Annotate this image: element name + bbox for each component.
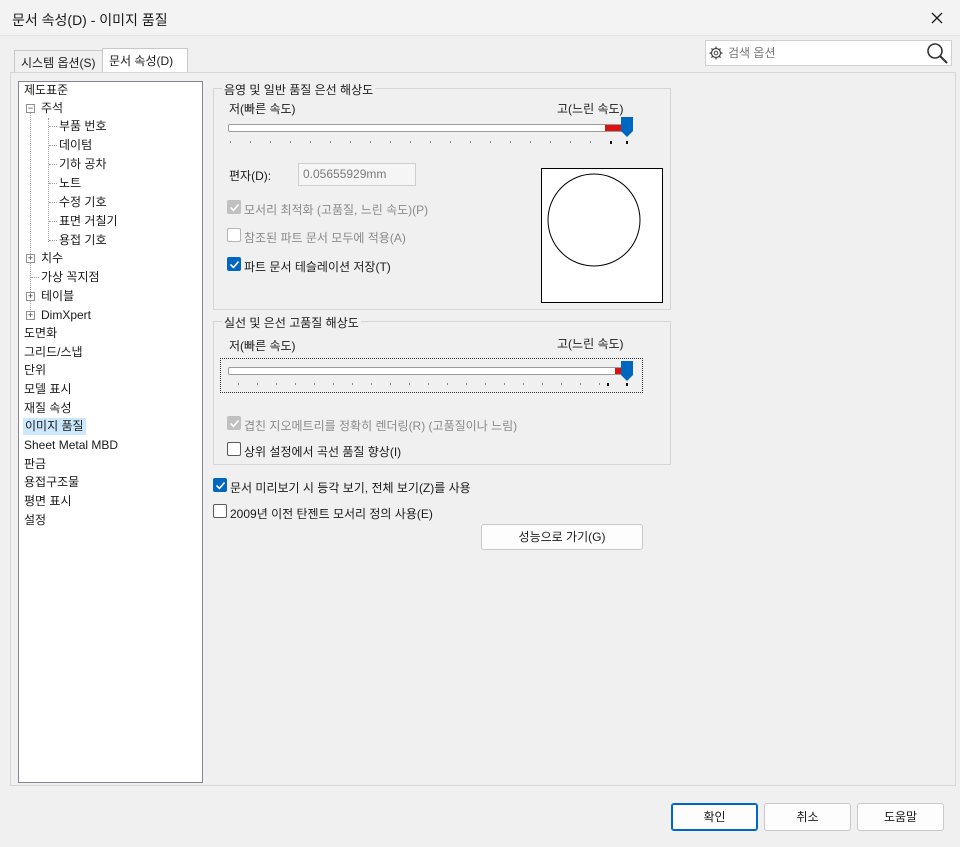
- tree-item-weld-symbols[interactable]: 용접 기호: [59, 232, 107, 249]
- optimize-edge-checkbox[interactable]: [227, 200, 241, 214]
- slider-ticks: [230, 141, 628, 144]
- options-tree[interactable]: 제도표준 − 주석 부품 번호 데이텀 기하 공차 노트 수정 기호 표면 거칠…: [18, 81, 203, 783]
- ok-button[interactable]: 확인: [671, 803, 758, 831]
- tab-system-options[interactable]: 시스템 옵션(S): [14, 50, 104, 72]
- slider-focus-rect: [220, 358, 643, 393]
- check-icon: [229, 203, 240, 212]
- tree-item-detailing[interactable]: 도면화: [24, 325, 57, 342]
- precise-render-checkbox[interactable]: [227, 416, 241, 430]
- check-icon: [215, 481, 226, 490]
- low-speed-label: 저(빠른 속도): [229, 339, 296, 353]
- search-icon[interactable]: [925, 42, 949, 64]
- improve-curve-checkbox[interactable]: [227, 442, 241, 456]
- group-title: 음영 및 일반 품질 은선 해상도: [222, 81, 376, 98]
- slider-thumb-icon[interactable]: [621, 117, 633, 137]
- high-speed-label: 고(느린 속도): [557, 337, 624, 351]
- tree-item-tables[interactable]: 테이블: [41, 288, 74, 305]
- close-icon: [931, 12, 943, 24]
- tab-label: 문서 속성(D): [109, 54, 174, 68]
- pre2009-tangent-checkbox[interactable]: [213, 504, 227, 518]
- tree-connector: [30, 109, 31, 316]
- check-icon: [229, 419, 240, 428]
- tree-item-model-display[interactable]: 모델 표시: [24, 381, 72, 398]
- slider-thumb-icon[interactable]: [621, 361, 633, 381]
- help-button[interactable]: 도움말: [857, 803, 944, 831]
- tree-item-surface-finish[interactable]: 표면 거칠기: [59, 213, 118, 230]
- apply-referenced-checkbox[interactable]: [227, 228, 241, 242]
- group-title: 실선 및 은선 고품질 해상도: [222, 314, 361, 331]
- tree-connector: [49, 164, 57, 165]
- close-button[interactable]: [914, 0, 960, 36]
- circle-preview-icon: [547, 173, 641, 267]
- tree-item-annotations[interactable]: 주석: [41, 100, 63, 117]
- window-title: 문서 속성(D) - 이미지 품질: [12, 12, 168, 28]
- go-to-performance-button[interactable]: 성능으로 가기(G): [481, 524, 643, 550]
- tree-item-image-quality[interactable]: 이미지 품질: [23, 418, 86, 435]
- tree-connector: [49, 202, 57, 203]
- apply-referenced-label: 참조된 파트 문서 모두에 적용(A): [244, 231, 406, 245]
- save-tessellation-label: 파트 문서 테슬레이션 저장(T): [244, 260, 391, 274]
- optimize-edge-label: 모서리 최적화 (고품질, 느린 속도)(P): [244, 203, 429, 217]
- tab-document-properties[interactable]: 문서 속성(D): [102, 48, 188, 72]
- tree-item-dimxpert[interactable]: DimXpert: [41, 307, 91, 324]
- tree-item-gtol[interactable]: 기하 공차: [59, 156, 107, 173]
- tree-connector: [49, 126, 57, 127]
- tree-item-grid-snap[interactable]: 그리드/스냅: [24, 344, 83, 361]
- title-bar: 문서 속성(D) - 이미지 품질: [0, 0, 960, 36]
- low-speed-label: 저(빠른 속도): [229, 102, 296, 116]
- tree-connector: [48, 118, 49, 242]
- improve-curve-label: 상위 설정에서 곡선 품질 향상(I): [244, 445, 402, 459]
- tree-item-sheet-metal[interactable]: 판금: [24, 456, 46, 473]
- precise-render-label: 겹친 지오메트리를 정확히 렌더링(R) (고품질이나 느림): [244, 419, 518, 433]
- collapse-icon[interactable]: −: [26, 104, 35, 113]
- isometric-preview-checkbox[interactable]: [213, 478, 227, 492]
- tree-item-revision-symbols[interactable]: 수정 기호: [59, 194, 107, 211]
- tree-item-material-properties[interactable]: 재질 속성: [24, 400, 72, 417]
- wireframe-quality-slider[interactable]: [228, 367, 628, 375]
- save-tessellation-checkbox[interactable]: [227, 257, 241, 271]
- tree-connector: [49, 145, 57, 146]
- expand-icon[interactable]: +: [26, 292, 35, 301]
- expand-icon[interactable]: +: [26, 254, 35, 263]
- tree-item-dimensions[interactable]: 치수: [41, 250, 63, 267]
- tree-item-balloons[interactable]: 부품 번호: [59, 118, 107, 135]
- search-input[interactable]: [726, 44, 921, 62]
- tree-item-virtual-sharps[interactable]: 가상 꼭지점: [41, 269, 100, 286]
- tree-item-datums[interactable]: 데이텀: [59, 137, 92, 154]
- tree-item-configurations[interactable]: 설정: [24, 512, 46, 529]
- shaded-quality-slider[interactable]: [228, 124, 628, 132]
- tree-item-plane-display[interactable]: 평면 표시: [24, 493, 72, 510]
- expand-icon[interactable]: +: [26, 311, 35, 320]
- gear-icon[interactable]: [709, 46, 723, 60]
- isometric-preview-label: 문서 미리보기 시 등각 보기, 전체 보기(Z)를 사용: [230, 481, 471, 495]
- tree-item-units[interactable]: 단위: [24, 362, 46, 379]
- cancel-button[interactable]: 취소: [764, 803, 851, 831]
- search-box: [705, 40, 952, 66]
- deviation-label: 편자(D):: [229, 169, 272, 183]
- high-speed-label: 고(느린 속도): [557, 102, 624, 116]
- tree-connector: [31, 277, 39, 278]
- tree-connector: [49, 221, 57, 222]
- tree-connector: [49, 240, 57, 241]
- deviation-field[interactable]: 0.05655929mm: [298, 163, 416, 186]
- tree-item-drafting-standard[interactable]: 제도표준: [24, 82, 68, 99]
- check-icon: [229, 260, 240, 269]
- pre2009-tangent-label: 2009년 이전 탄젠트 모서리 정의 사용(E): [230, 507, 433, 521]
- tree-item-notes[interactable]: 노트: [59, 175, 81, 192]
- tree-item-sheet-metal-mbd[interactable]: Sheet Metal MBD: [24, 437, 118, 454]
- slider-ticks: [238, 383, 628, 386]
- resolution-preview: [541, 168, 663, 303]
- tab-label: 시스템 옵션(S): [21, 56, 96, 70]
- tree-item-weldments[interactable]: 용접구조물: [24, 474, 79, 491]
- tree-connector: [49, 183, 57, 184]
